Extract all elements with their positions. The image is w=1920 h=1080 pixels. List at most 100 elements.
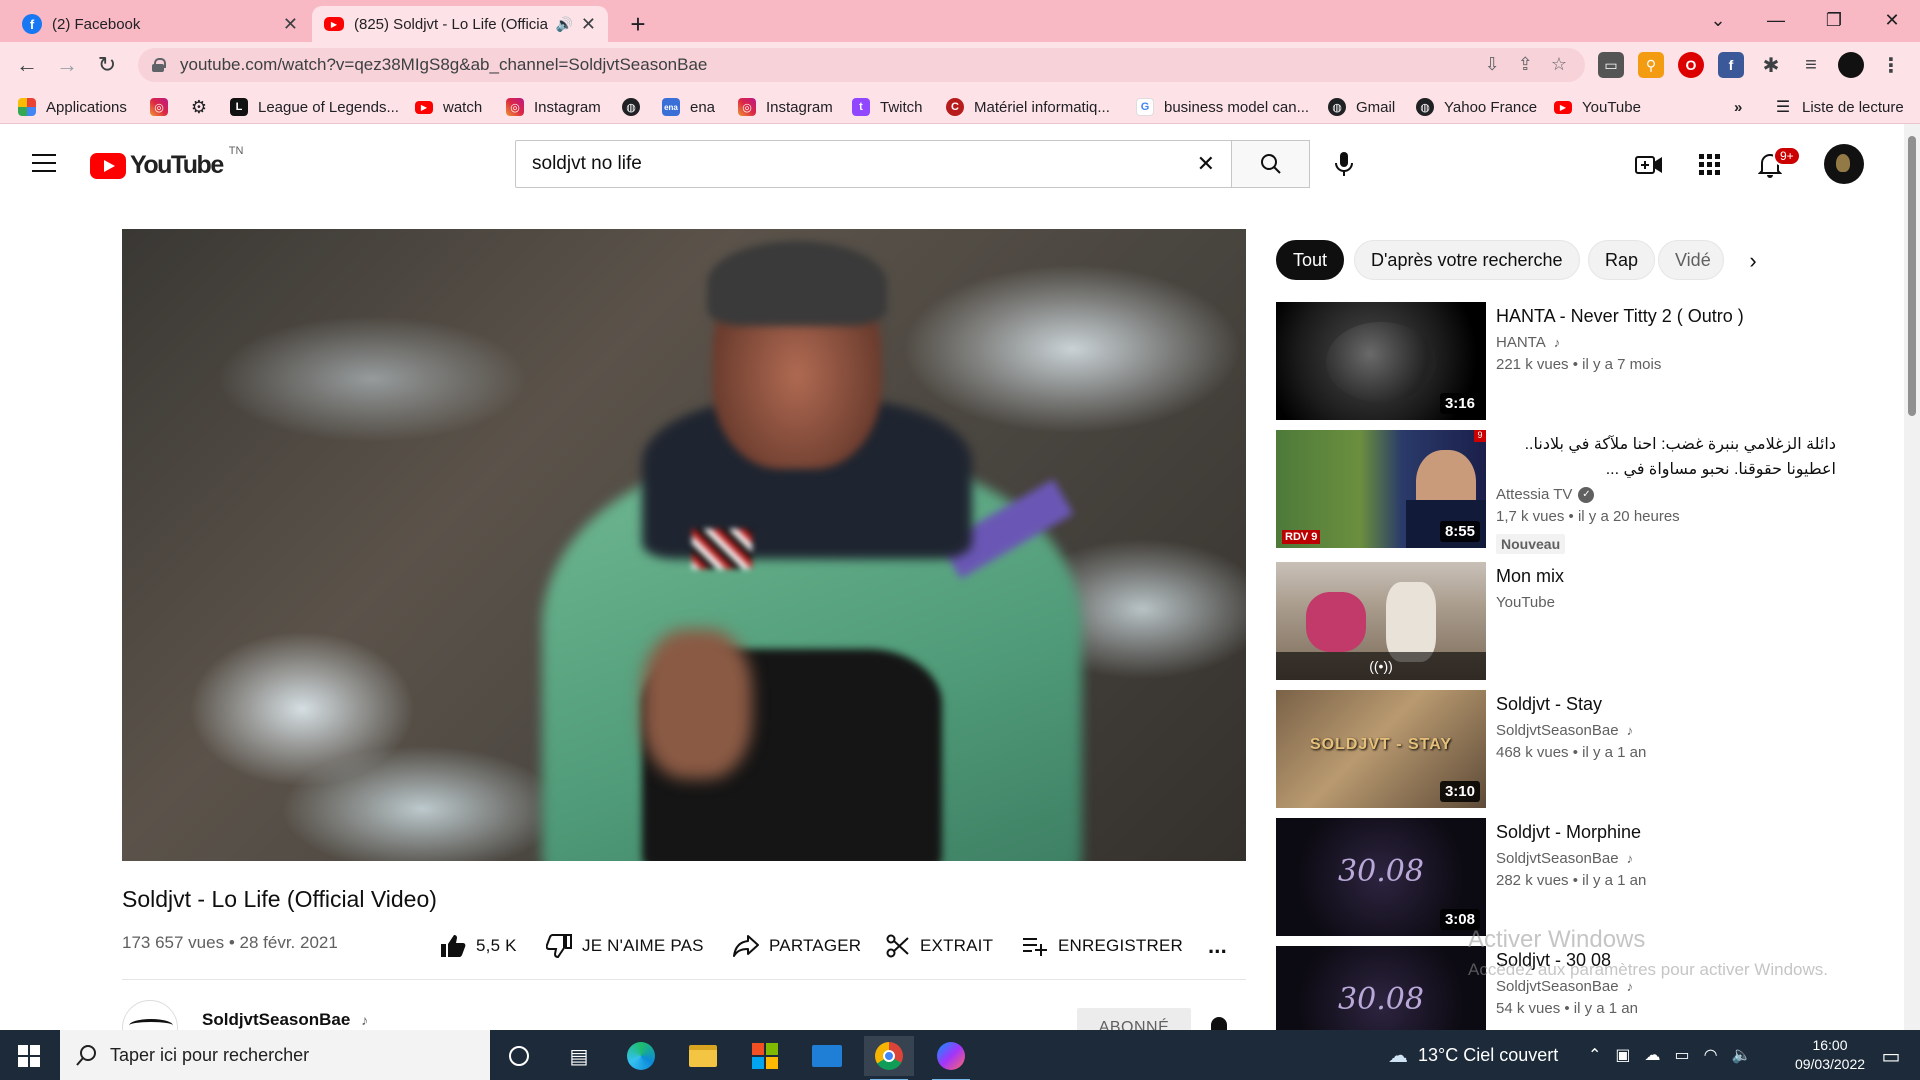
maximize-button[interactable]: ❐ — [1804, 0, 1864, 40]
minimize-button[interactable]: — — [1746, 0, 1806, 40]
chevron-up-icon[interactable]: ⌃ — [1588, 1045, 1601, 1065]
channel-name[interactable]: SoldjvtSeasonBae ♪ — [202, 1010, 368, 1030]
opera-icon[interactable]: O — [1678, 52, 1704, 78]
mail-icon[interactable] — [802, 1036, 852, 1076]
tab-youtube[interactable]: ▶ (825) Soldjvt - Lo Life (Officia 🔊 ✕ — [312, 6, 608, 42]
microsoft-store-icon[interactable] — [740, 1036, 790, 1076]
account-avatar[interactable] — [1824, 144, 1864, 184]
recommendation-title[interactable]: Soldjvt - Stay — [1496, 692, 1836, 717]
recommendation-item[interactable]: 30.08 Soldjvt - 30 08 SoldjvtSeasonBae ♪ … — [1276, 946, 1876, 1030]
bookmark-watch[interactable]: ▶ watch — [415, 96, 482, 118]
clip-button[interactable]: EXTRAIT — [886, 928, 993, 964]
video-player[interactable] — [122, 229, 1246, 861]
save-button[interactable]: ENREGISTRER — [1022, 928, 1183, 964]
scrollbar-thumb[interactable] — [1908, 136, 1916, 416]
video-thumbnail[interactable]: 30.08 — [1276, 946, 1486, 1030]
recommendation-item[interactable]: RDV 9 9 8:55 دائلة الزغلامي بنبرة غضب: ا… — [1276, 430, 1876, 554]
close-window-button[interactable]: ✕ — [1862, 0, 1920, 40]
video-thumbnail[interactable]: 30.08 3:08 — [1276, 818, 1486, 936]
cortana-icon[interactable] — [494, 1036, 544, 1076]
video-thumbnail[interactable]: RDV 9 9 8:55 — [1276, 430, 1486, 548]
chevron-right-icon[interactable]: › — [1736, 244, 1770, 278]
device-icon[interactable]: ▣ — [1615, 1045, 1630, 1065]
bookmark-instagram-2[interactable]: ◎ Instagram — [506, 96, 601, 118]
chip-related-search[interactable]: D'après votre recherche — [1354, 240, 1580, 280]
bookmark-gmail[interactable]: ◍ Gmail — [1328, 96, 1395, 118]
bookmarks-overflow-button[interactable]: » — [1734, 96, 1742, 118]
recommendation-channel[interactable]: YouTube — [1496, 594, 1555, 611]
bookmark-globe[interactable]: ◍ — [622, 96, 650, 118]
notification-center-icon[interactable]: ▭ — [1866, 1036, 1916, 1076]
bookmark-business-model[interactable]: G business model can... — [1136, 96, 1309, 118]
create-video-icon[interactable] — [1634, 150, 1664, 180]
recommendation-item[interactable]: ((•)) Mon mix YouTube — [1276, 562, 1876, 680]
file-explorer-icon[interactable] — [678, 1036, 728, 1076]
dislike-button[interactable]: JE N'AIME PAS — [546, 928, 704, 964]
recommendation-item[interactable]: 3:16 HANTA - Never Titty 2 ( Outro ) HAN… — [1276, 302, 1876, 420]
search-button[interactable] — [1232, 140, 1310, 188]
apps-grid-icon[interactable] — [1695, 150, 1725, 180]
media-icon[interactable]: ≡ — [1798, 52, 1824, 78]
page-scrollbar[interactable] — [1904, 124, 1920, 1030]
volume-icon[interactable]: 🔈 — [1732, 1045, 1752, 1065]
recommendation-channel[interactable]: Attessia TV ✓ — [1496, 486, 1595, 503]
search-input[interactable]: soldjvt no life ✕ — [515, 140, 1232, 188]
clock[interactable]: 16:00 09/03/2022 — [1780, 1036, 1880, 1074]
youtube-logo[interactable]: YouTube TN — [90, 145, 243, 180]
video-thumbnail[interactable]: SOLDJVT - STAY 3:10 — [1276, 690, 1486, 808]
facebook-ext-icon[interactable]: f — [1718, 52, 1744, 78]
share-button[interactable]: PARTAGER — [733, 928, 861, 964]
recommendation-channel[interactable]: SoldjvtSeasonBae ♪ — [1496, 722, 1633, 739]
voice-search-button[interactable] — [1324, 144, 1364, 184]
recommendation-title[interactable]: Soldjvt - Morphine — [1496, 820, 1836, 845]
recommendation-channel[interactable]: SoldjvtSeasonBae ♪ — [1496, 850, 1633, 867]
bookmark-ena[interactable]: ena ena — [662, 96, 715, 118]
chip-videos[interactable]: Vidé — [1658, 240, 1724, 280]
install-icon[interactable]: ⇩ — [1485, 54, 1500, 75]
taskbar-search-input[interactable]: Taper ici pour rechercher — [60, 1030, 490, 1080]
speaker-icon[interactable]: 🔊 — [555, 16, 572, 33]
recommendation-item[interactable]: SOLDJVT - STAY 3:10 Soldjvt - Stay Soldj… — [1276, 690, 1876, 808]
windows-start-icon[interactable] — [18, 1045, 40, 1067]
bookmark-twitch[interactable]: t Twitch — [852, 96, 923, 118]
puzzle-icon[interactable]: ✱ — [1758, 52, 1784, 78]
lock-icon[interactable] — [152, 58, 166, 72]
star-icon[interactable]: ☆ — [1551, 54, 1567, 75]
recommendation-item[interactable]: 30.08 3:08 Soldjvt - Morphine SoldjvtSea… — [1276, 818, 1876, 936]
back-button[interactable]: ← — [12, 50, 42, 80]
reload-button[interactable]: ↻ — [92, 50, 122, 80]
extension-icon[interactable]: ▭ — [1598, 52, 1624, 78]
video-thumbnail[interactable]: ((•)) — [1276, 562, 1486, 680]
tab-search-icon[interactable]: ⌄ — [1688, 0, 1748, 40]
task-view-icon[interactable]: ▤ — [554, 1036, 604, 1076]
bookmark-yahoo[interactable]: ◍ Yahoo France — [1416, 96, 1537, 118]
address-bar[interactable]: youtube.com/watch?v=qez38MIgS8g&ab_chann… — [138, 48, 1585, 82]
reading-list-button[interactable]: ☰ Liste de lecture — [1774, 96, 1904, 118]
chip-rap[interactable]: Rap — [1588, 240, 1656, 280]
recommendation-channel[interactable]: HANTA ♪ — [1496, 334, 1560, 351]
forward-button[interactable]: → — [52, 50, 82, 80]
edge-icon[interactable] — [616, 1036, 666, 1076]
close-tab-icon[interactable]: ✕ — [581, 14, 596, 35]
bookmark-instagram-3[interactable]: ◎ Instagram — [738, 96, 833, 118]
onedrive-cloud-icon[interactable]: ☁ — [1645, 1045, 1661, 1065]
bookmark-materiel[interactable]: C Matériel informatiq... — [946, 96, 1110, 118]
chip-all[interactable]: Tout — [1276, 240, 1345, 280]
hamburger-menu-icon[interactable] — [32, 154, 56, 172]
profile-icon[interactable] — [1838, 52, 1864, 78]
bookmark-applications[interactable]: Applications — [18, 96, 127, 118]
menu-dots-icon[interactable]: ⋮ — [1878, 52, 1904, 78]
video-thumbnail[interactable]: 3:16 — [1276, 302, 1486, 420]
recommendation-channel[interactable]: SoldjvtSeasonBae ♪ — [1496, 978, 1633, 995]
bookmark-league[interactable]: L League of Legends... — [230, 96, 399, 118]
recommendation-title[interactable]: دائلة الزغلامي بنبرة غضب: احنا ملآكة في … — [1496, 432, 1836, 482]
bookmark-instagram-1[interactable]: ◎ — [150, 96, 178, 118]
wifi-icon[interactable]: ◠ — [1704, 1045, 1718, 1065]
bookmark-settings[interactable]: ⚙ — [190, 96, 218, 118]
extension-key-icon[interactable]: ⚲ — [1638, 52, 1664, 78]
new-tab-button[interactable]: + — [620, 6, 656, 42]
chrome-icon[interactable] — [864, 1036, 914, 1080]
battery-icon[interactable]: ▭ — [1675, 1045, 1690, 1065]
more-actions-button[interactable]: ... — [1208, 928, 1227, 964]
clear-search-icon[interactable]: ✕ — [1197, 151, 1215, 177]
